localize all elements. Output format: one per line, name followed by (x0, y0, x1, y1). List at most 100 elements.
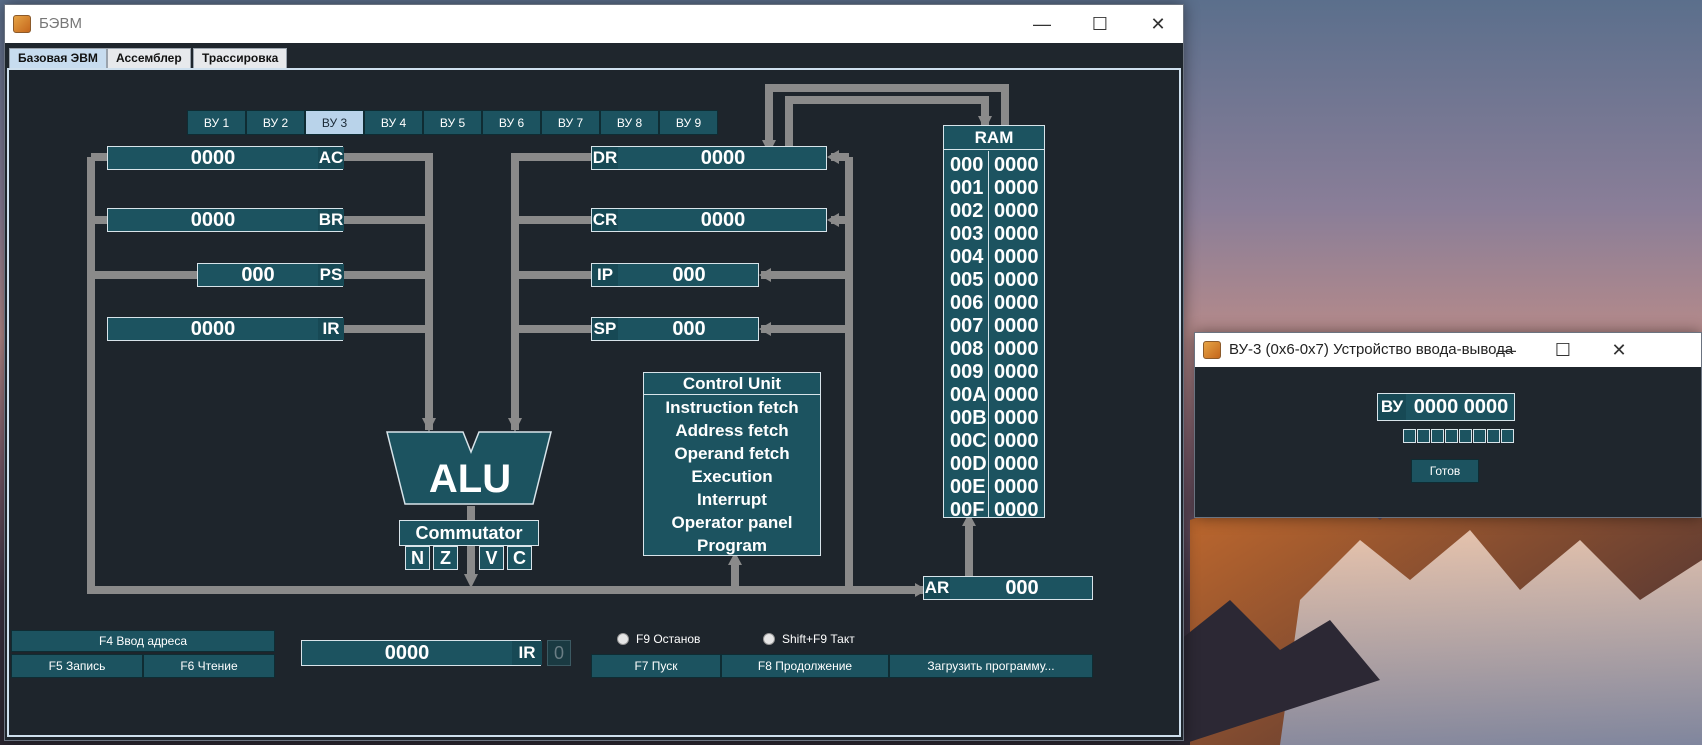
io-bit-button[interactable] (1445, 429, 1458, 443)
register-br-value: 0000 (190, 208, 236, 231)
ready-button[interactable]: Готов (1411, 459, 1479, 483)
ram-value: 0000 (994, 430, 1039, 452)
register-ip-value: 000 (672, 263, 706, 286)
cu-operator-panel: Operator panel (671, 513, 793, 532)
main-window: БЭВМ — ☐ ✕ Базовая ЭВМ Ассемблер Трассир… (4, 4, 1184, 741)
ram-value: 0000 (994, 407, 1039, 429)
close-button[interactable]: ✕ (1129, 5, 1187, 43)
register-ac-value: 0000 (190, 146, 236, 169)
tab-trace[interactable]: Трассировка (193, 48, 288, 68)
write-button[interactable]: F5 Запись (11, 654, 143, 678)
continue-button[interactable]: F8 Продолжение (721, 654, 889, 678)
evm-diagram: ВУ 1 ВУ 2 ВУ 3 ВУ 4 ВУ 5 ВУ 6 ВУ 7 ВУ 8 … (7, 68, 1181, 737)
ram-address: 004 (950, 246, 984, 268)
register-br-label: BR (318, 209, 344, 231)
ram-panel: RAM 000 0000 001 0000 002 0000 003 0000 004 0000 0… (943, 125, 1045, 521)
step-radio-label: Shift+F9 Такт (782, 632, 855, 646)
maximize-button[interactable]: ☐ (1071, 5, 1129, 43)
ram-row: 003 0000 (944, 222, 1054, 247)
io-close-button[interactable]: ✕ (1591, 333, 1647, 367)
register-ip: IP 000 (591, 263, 759, 287)
minimize-button[interactable]: — (1013, 5, 1071, 43)
stop-radio[interactable]: F9 Останов (617, 632, 700, 646)
register-ps-value: 000 (241, 263, 275, 286)
register-ar-value: 000 (1005, 576, 1039, 599)
io-register-value: 0000 0000 (1413, 395, 1509, 418)
vu-tab-4[interactable]: ВУ 4 (364, 110, 423, 135)
ram-value: 0000 (994, 177, 1039, 199)
stop-radio-label: F9 Останов (636, 632, 701, 646)
cu-instruction-fetch: Instruction fetch (665, 398, 799, 417)
ram-row: 00F 0000 (944, 498, 1054, 523)
register-dr-value: 0000 (700, 146, 746, 169)
register-dr-label: DR (592, 147, 618, 169)
java-app-icon (1203, 341, 1221, 359)
flag-v: V (479, 546, 504, 570)
register-ac-label: AC (318, 147, 344, 169)
vu-tab-6[interactable]: ВУ 6 (482, 110, 541, 135)
cu-execution: Execution (691, 467, 773, 486)
vu-tab-2[interactable]: ВУ 2 (246, 110, 305, 135)
vu-tab-3[interactable]: ВУ 3 (305, 110, 364, 135)
ram-row: 00B 0000 (944, 406, 1054, 431)
ram-address: 00F (950, 499, 985, 521)
ram-value: 0000 (994, 269, 1039, 291)
vu-tab-8[interactable]: ВУ 8 (600, 110, 659, 135)
register-sp: SP 000 (591, 317, 759, 341)
step-radio-dot[interactable] (763, 633, 775, 645)
register-br: 0000 BR (107, 208, 344, 232)
step-radio[interactable]: Shift+F9 Такт (763, 632, 855, 646)
tab-bar: Базовая ЭВМ Ассемблер Трассировка (5, 43, 1183, 69)
io-bit-button[interactable] (1473, 429, 1486, 443)
io-titlebar[interactable]: ВУ-3 (0x6-0x7) Устройство ввода-вывода —… (1195, 333, 1701, 367)
io-maximize-button[interactable]: ☐ (1535, 333, 1591, 367)
io-bit-button[interactable] (1487, 429, 1500, 443)
io-bit-button[interactable] (1501, 429, 1514, 443)
ram-value: 0000 (994, 292, 1039, 314)
io-minimize-button[interactable]: — (1479, 333, 1535, 367)
java-app-icon (13, 15, 31, 33)
ram-row: 000 0000 (944, 153, 1054, 178)
ram-row: 00E 0000 (944, 475, 1054, 500)
main-titlebar[interactable]: БЭВМ — ☐ ✕ (5, 5, 1183, 43)
stop-radio-dot[interactable] (617, 633, 629, 645)
load-program-button[interactable]: Загрузить программу... (889, 654, 1093, 678)
control-unit-title: Control Unit (644, 373, 820, 395)
bit-indicator[interactable]: 0 (547, 640, 571, 666)
ram-address: 001 (950, 177, 984, 199)
ram-address: 00C (950, 430, 987, 452)
register-ar-label: AR (924, 577, 950, 599)
vu-tab-9[interactable]: ВУ 9 (659, 110, 718, 135)
ram-value: 0000 (994, 338, 1039, 360)
ram-value: 0000 (994, 453, 1039, 475)
vu-tab-5[interactable]: ВУ 5 (423, 110, 482, 135)
vu-tabs: ВУ 1 ВУ 2 ВУ 3 ВУ 4 ВУ 5 ВУ 6 ВУ 7 ВУ 8 … (187, 110, 727, 135)
ram-value: 0000 (994, 154, 1039, 176)
io-bit-button[interactable] (1459, 429, 1472, 443)
input-register[interactable]: 0000 IR (301, 640, 542, 666)
tab-assembler[interactable]: Ассемблер (107, 48, 191, 68)
ram-row: 008 0000 (944, 337, 1054, 362)
ram-value: 0000 (994, 476, 1039, 498)
vu-tab-1[interactable]: ВУ 1 (187, 110, 246, 135)
ram-row: 00C 0000 (944, 429, 1054, 454)
ram-value: 0000 (994, 384, 1039, 406)
read-button[interactable]: F6 Чтение (143, 654, 275, 678)
ram-value: 0000 (994, 315, 1039, 337)
flags: N Z V C (405, 546, 535, 570)
start-button[interactable]: F7 Пуск (591, 654, 721, 678)
ram-address: 006 (950, 292, 984, 314)
vu-tab-7[interactable]: ВУ 7 (541, 110, 600, 135)
address-input-button[interactable]: F4 Ввод адреса (11, 630, 275, 652)
io-bit-button[interactable] (1431, 429, 1444, 443)
ram-row: 005 0000 (944, 268, 1054, 293)
ram-title: RAM (944, 126, 1044, 150)
tab-base-evm[interactable]: Базовая ЭВМ (9, 48, 107, 68)
ram-address: 002 (950, 200, 984, 222)
commutator: Commutator (399, 520, 539, 546)
input-register-label: IR (512, 641, 542, 665)
io-bit-button[interactable] (1417, 429, 1430, 443)
ram-row: 007 0000 (944, 314, 1054, 339)
io-bit-button[interactable] (1403, 429, 1416, 443)
input-register-value: 0000 (384, 641, 430, 664)
